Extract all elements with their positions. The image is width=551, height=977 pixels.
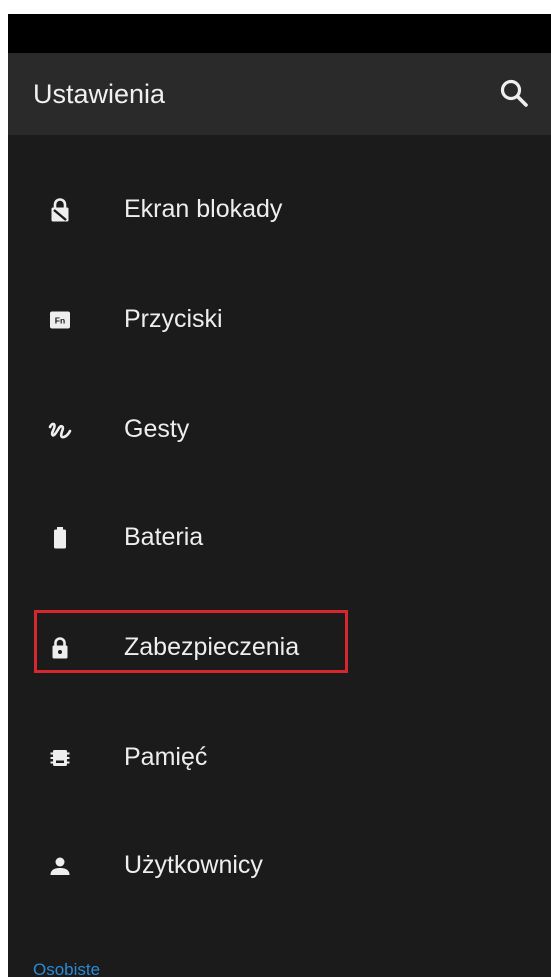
lock-screen-icon <box>46 196 74 224</box>
settings-item-label: Użytkownicy <box>124 851 263 879</box>
settings-item-buttons[interactable]: Fn Przyciski <box>8 266 551 374</box>
settings-screen: Ustawienia Ekran blokady Fn Przyciski Ge… <box>8 14 551 977</box>
app-bar: Ustawienia <box>8 53 551 135</box>
settings-item-label: Gesty <box>124 415 190 443</box>
section-header-personal: Osobiste <box>33 960 101 977</box>
search-icon <box>500 79 528 107</box>
settings-item-gestures[interactable]: Gesty <box>8 376 551 484</box>
settings-item-security[interactable]: Zabezpieczenia <box>8 594 551 702</box>
lock-icon <box>46 634 74 662</box>
search-button[interactable] <box>498 77 532 111</box>
fn-key-icon: Fn <box>46 306 74 334</box>
status-bar <box>8 14 551 53</box>
settings-item-label: Przyciski <box>124 305 223 333</box>
settings-item-label: Ekran blokady <box>124 195 283 223</box>
person-icon <box>46 852 74 880</box>
page-title: Ustawienia <box>33 79 166 109</box>
settings-item-users[interactable]: Użytkownicy <box>8 812 551 920</box>
settings-item-battery[interactable]: Bateria <box>8 484 551 592</box>
settings-item-lock-screen[interactable]: Ekran blokady <box>8 156 551 264</box>
svg-text:Fn: Fn <box>55 316 65 326</box>
settings-item-label: Pamięć <box>124 743 208 771</box>
settings-item-storage[interactable]: Pamięć <box>8 704 551 812</box>
settings-item-label: Bateria <box>124 523 204 551</box>
gesture-icon <box>46 416 74 444</box>
battery-icon <box>46 524 74 552</box>
settings-item-label: Zabezpieczenia <box>124 633 300 661</box>
storage-chip-icon <box>46 744 74 772</box>
